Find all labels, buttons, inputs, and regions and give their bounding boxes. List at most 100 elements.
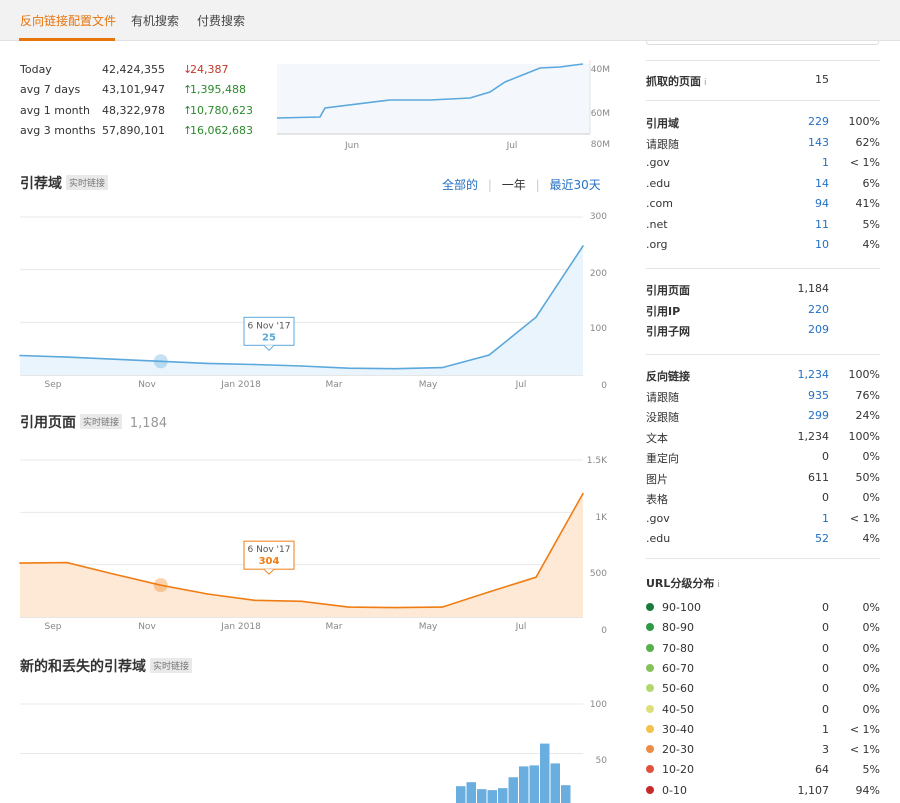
stat-label: 没跟随	[646, 411, 679, 424]
stat-percent: 6%	[862, 176, 880, 190]
y-tick-label: 80M	[591, 140, 610, 150]
tab-organic-search[interactable]: 有机搜索	[131, 12, 179, 29]
stat-value[interactable]: 220	[808, 303, 829, 316]
divider	[646, 100, 880, 101]
live-links-tag[interactable]: 实时链接	[150, 658, 193, 673]
stat-percent: < 1%	[849, 743, 880, 757]
stat-value[interactable]: 1	[822, 156, 829, 169]
y-tick-label: 300	[590, 212, 607, 222]
rating-color-dot	[646, 724, 654, 733]
data-point	[253, 599, 256, 602]
range-one-year-button[interactable]: 一年	[502, 178, 526, 192]
info-icon[interactable]: i	[704, 78, 707, 88]
x-tick-label: Jul	[515, 622, 527, 632]
bar	[519, 766, 529, 803]
bar	[498, 788, 508, 803]
ref-domains-chart[interactable]: Sep Nov Jan 2018 Mar May Jul 300 200 100 0 6 Nov '…	[0, 200, 620, 395]
rank-row-label: Today	[20, 63, 52, 76]
data-point	[535, 576, 537, 579]
stat-label: 表格	[646, 493, 668, 506]
live-links-tag[interactable]: 实时链接	[80, 414, 123, 429]
stat-row: 30-40 1 < 1%	[646, 723, 882, 739]
stat-row: .com 94 41%	[646, 197, 882, 213]
data-point	[488, 354, 490, 356]
stat-value[interactable]: 1	[822, 512, 829, 525]
divider	[646, 268, 880, 269]
range-last30-button[interactable]: 最近30天	[549, 178, 600, 192]
data-point	[347, 606, 350, 608]
rating-color-dot	[646, 663, 654, 672]
stat-percent: 94%	[855, 783, 880, 797]
stat-percent: 5%	[862, 763, 880, 777]
bar	[466, 782, 476, 803]
rank-row-change: 10,780,623	[190, 104, 253, 117]
stat-value[interactable]: 94	[815, 197, 829, 210]
x-tick-label: May	[419, 622, 438, 632]
data-point	[66, 356, 68, 358]
bar	[456, 786, 466, 803]
stat-percent: 4%	[862, 238, 880, 251]
data-point	[206, 362, 209, 365]
data-point	[113, 358, 115, 360]
rank-row-change: 16,062,683	[190, 124, 253, 137]
rating-color-dot	[646, 745, 654, 754]
stat-label: 重定向	[646, 452, 679, 465]
stat-label: 引用IP	[646, 304, 681, 318]
stat-value[interactable]: 143	[808, 136, 829, 149]
y-tick-label: 40M	[591, 65, 610, 75]
stat-percent: < 1%	[849, 722, 880, 736]
stat-value[interactable]: 52	[815, 532, 829, 545]
stat-value[interactable]: 229	[808, 115, 829, 128]
data-point	[582, 492, 584, 495]
stat-value[interactable]: 11	[815, 218, 829, 231]
stat-row: 重定向 0 0%	[646, 450, 882, 466]
rank-row-label: avg 7 days	[20, 83, 81, 96]
ref-pages-chart[interactable]: Sep Nov Jan 2018 Mar May Jul 1.5K 1K 500 0 6 Nov '…	[0, 448, 620, 640]
stat-row: 请跟随 143 62%	[646, 136, 882, 152]
bar	[487, 790, 497, 803]
stat-row: 表格 0 0%	[646, 491, 882, 507]
stat-label: 30-40	[662, 722, 694, 736]
stat-value[interactable]: 209	[808, 323, 829, 336]
live-links-tag[interactable]: 实时链接	[66, 175, 109, 190]
rating-color-dot	[646, 704, 654, 713]
stat-value: 0	[822, 641, 829, 655]
stat-value[interactable]: 10	[815, 238, 829, 251]
stat-row: 引用页面 1,184	[646, 282, 882, 298]
stat-row: 引用IP 220	[646, 303, 882, 319]
stat-value[interactable]: 14	[815, 177, 829, 190]
stat-row: 50-60 0 0%	[646, 682, 882, 698]
stat-row: 80-90 0 0%	[646, 621, 882, 637]
tab-paid-search[interactable]: 付费搜索	[197, 12, 245, 29]
stat-value: 1,234	[797, 429, 830, 443]
tooltip-pointer	[263, 344, 275, 352]
stat-percent: < 1%	[849, 511, 880, 525]
stat-value: 0	[822, 491, 829, 504]
stat-label: .edu	[646, 176, 671, 190]
y-tick-label: 1K	[595, 513, 608, 523]
x-tick-label: Jun	[344, 141, 359, 151]
stat-value[interactable]: 299	[808, 409, 829, 422]
tooltip-date: 6 Nov '17	[248, 321, 291, 331]
rating-color-dot	[646, 643, 654, 652]
stat-value[interactable]: 935	[808, 389, 829, 402]
stat-value[interactable]: 1,234	[798, 368, 830, 381]
stat-label: .org	[646, 238, 668, 251]
info-icon[interactable]: i	[717, 580, 720, 590]
range-all-button[interactable]: 全部的	[442, 178, 478, 192]
stat-row: 90-100 0 0%	[646, 601, 882, 617]
stat-row: 0-10 1,107 94%	[646, 784, 882, 800]
stat-label: 引用子网	[646, 325, 690, 338]
x-tick-label: Jul	[515, 380, 527, 390]
stat-value: 1,107	[797, 783, 830, 797]
stat-label: 90-100	[662, 601, 701, 614]
x-tick-label: Jan 2018	[220, 380, 261, 390]
tooltip-value: 304	[259, 556, 280, 567]
x-tick-label: Sep	[45, 380, 62, 390]
data-point	[300, 600, 303, 603]
data-point	[535, 316, 537, 318]
data-point	[441, 606, 444, 608]
tab-backlink-profile[interactable]: 反向链接配置文件	[20, 12, 116, 29]
bar	[477, 789, 487, 803]
new-lost-chart[interactable]: 100 50	[0, 690, 620, 803]
